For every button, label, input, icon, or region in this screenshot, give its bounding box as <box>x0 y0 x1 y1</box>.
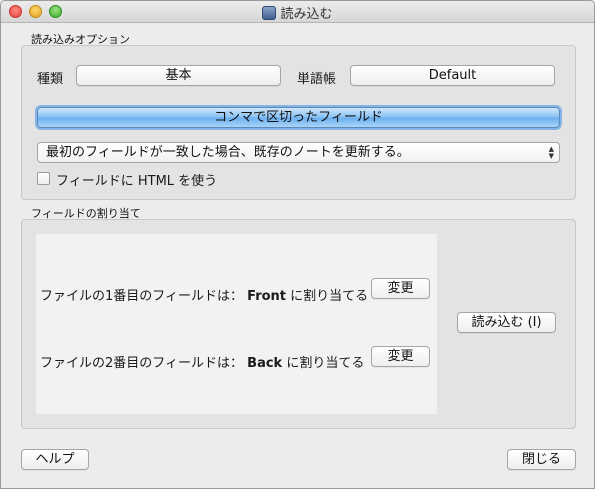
deck-button[interactable]: Default <box>350 65 555 86</box>
mapping-row-2-suffix: に割り当てる <box>286 356 365 371</box>
allow-html-checkbox[interactable] <box>37 172 50 185</box>
mapping-row-1-prefix: ファイルの1番目のフィールドは： <box>40 289 244 304</box>
options-group: 種類 基本 単語帳 Default コンマで区切ったフィールド 最初のフィールド… <box>21 45 576 200</box>
mapping-row-1-field: Front <box>247 289 287 304</box>
mapping-list: ファイルの1番目のフィールドは： Front に割り当てる 変更 ファイルの2番… <box>36 234 437 414</box>
mapping-row-2-field: Back <box>247 356 283 371</box>
change-button-2[interactable]: 変更 <box>371 346 430 367</box>
mapping-row-2-prefix: ファイルの2番目のフィールドは： <box>40 356 244 371</box>
import-dialog: 読み込む 読み込みオプション 種類 基本 単語帳 Default コンマで区切っ… <box>0 0 595 489</box>
type-button[interactable]: 基本 <box>76 65 281 86</box>
help-button[interactable]: ヘルプ <box>21 449 89 470</box>
mapping-group: ファイルの1番目のフィールドは： Front に割り当てる 変更 ファイルの2番… <box>21 219 576 429</box>
app-icon <box>262 6 277 20</box>
title-bar: 読み込む <box>1 1 594 23</box>
close-button[interactable]: 閉じる <box>507 449 576 470</box>
update-mode-value: 最初のフィールドが一致した場合、既存のノートを更新する。 <box>46 145 410 160</box>
import-button[interactable]: 読み込む (I) <box>457 312 556 333</box>
select-arrows-icon: ▲ ▼ <box>548 145 554 160</box>
allow-html-label: フィールドに HTML を使う <box>56 174 218 189</box>
window-title-text: 読み込む <box>280 7 333 22</box>
delimiter-button[interactable]: コンマで区切ったフィールド <box>37 107 560 128</box>
deck-label: 単語帳 <box>297 72 337 87</box>
type-label: 種類 <box>37 72 64 87</box>
mapping-row-2: ファイルの2番目のフィールドは： Back に割り当てる <box>40 352 364 371</box>
change-button-1[interactable]: 変更 <box>371 278 430 299</box>
window-title: 読み込む <box>1 3 594 22</box>
mapping-row-1: ファイルの1番目のフィールドは： Front に割り当てる <box>40 285 368 304</box>
mapping-row-1-suffix: に割り当てる <box>290 289 369 304</box>
update-mode-select[interactable]: 最初のフィールドが一致した場合、既存のノートを更新する。 ▲ ▼ <box>37 142 560 163</box>
